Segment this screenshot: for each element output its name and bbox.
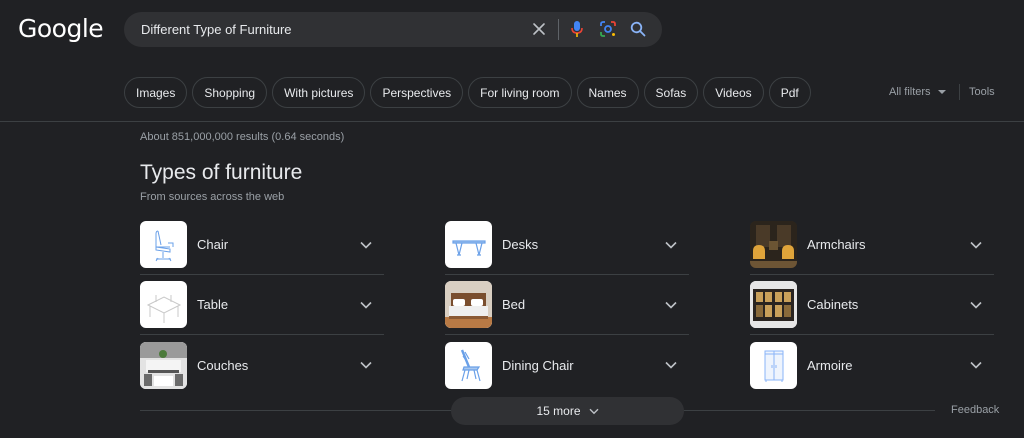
section-title: Types of furniture: [140, 161, 303, 184]
list-item-chair[interactable]: Chair: [140, 215, 384, 275]
list-item-dining-chair[interactable]: Dining Chair: [445, 335, 689, 395]
couches-icon: [140, 341, 187, 389]
item-label: Bed: [502, 297, 526, 312]
chip-perspectives[interactable]: Perspectives: [370, 77, 464, 108]
chevron-down-icon[interactable]: [661, 355, 681, 375]
furniture-grid: Chair Desks Armchairs Table Bed Cabinets…: [140, 215, 994, 395]
search-box[interactable]: [124, 12, 662, 47]
list-item-couches[interactable]: Couches: [140, 335, 384, 395]
chip-names[interactable]: Names: [576, 77, 639, 108]
result-stats: About 851,000,000 results (0.64 seconds): [140, 131, 345, 143]
google-logo[interactable]: Google: [18, 14, 104, 43]
bed-icon: [445, 281, 492, 328]
chevron-down-icon[interactable]: [966, 295, 986, 315]
chevron-down-icon: [589, 408, 599, 414]
chevron-down-icon[interactable]: [966, 235, 986, 255]
armoire-icon: [750, 341, 797, 389]
chevron-down-icon[interactable]: [966, 355, 986, 375]
item-label: Armoire: [807, 357, 853, 373]
header-divider: [0, 121, 1024, 122]
chip-videos[interactable]: Videos: [703, 77, 764, 108]
dining-chair-icon: [445, 341, 492, 389]
chip-with-pictures[interactable]: With pictures: [272, 77, 366, 108]
chevron-down-icon[interactable]: [661, 235, 681, 255]
chip-shopping[interactable]: Shopping: [192, 77, 268, 108]
feedback-link[interactable]: Feedback: [951, 404, 999, 416]
chair-icon: [140, 221, 187, 268]
list-item-bed[interactable]: Bed: [445, 275, 689, 335]
all-filters-button[interactable]: All filters: [889, 86, 946, 98]
desk-icon: [445, 221, 492, 268]
filters-divider: [959, 84, 960, 100]
show-more-label: 15 more: [536, 404, 581, 418]
table-icon: [140, 281, 187, 328]
chevron-down-icon[interactable]: [661, 295, 681, 315]
lens-icon[interactable]: [597, 18, 619, 40]
list-item-desks[interactable]: Desks: [445, 215, 689, 275]
clear-icon[interactable]: [528, 18, 550, 40]
chip-pdf[interactable]: Pdf: [768, 77, 811, 108]
tools-button[interactable]: Tools: [969, 86, 995, 98]
list-item-armoire[interactable]: Armoire: [750, 335, 994, 395]
all-filters-label: All filters: [889, 86, 931, 98]
list-item-armchairs[interactable]: Armchairs: [750, 215, 994, 275]
armchairs-icon: [750, 221, 797, 268]
item-label: Cabinets: [807, 297, 859, 312]
item-label: Desks: [502, 237, 539, 252]
section-subtitle: From sources across the web: [140, 191, 285, 203]
show-more-button[interactable]: 15 more: [451, 397, 684, 425]
chip-images[interactable]: Images: [124, 77, 188, 108]
chip-for-living-room[interactable]: For living room: [468, 77, 572, 108]
chip-sofas[interactable]: Sofas: [643, 77, 699, 108]
chevron-down-icon[interactable]: [356, 295, 376, 315]
list-item-table[interactable]: Table: [140, 275, 384, 335]
search-input[interactable]: [141, 12, 521, 47]
list-item-cabinets[interactable]: Cabinets: [750, 275, 994, 335]
cabinets-icon: [750, 281, 797, 328]
filter-chips: Images Shopping With pictures Perspectiv…: [124, 77, 811, 108]
caret-down-icon: [937, 90, 946, 94]
chevron-down-icon[interactable]: [356, 235, 376, 255]
item-label: Dining Chair: [502, 357, 574, 373]
item-label: Couches: [197, 357, 249, 373]
item-label: Chair: [197, 237, 229, 252]
search-icon[interactable]: [627, 18, 649, 40]
chevron-down-icon[interactable]: [356, 355, 376, 375]
search-divider: [558, 19, 559, 40]
item-label: Armchairs: [807, 237, 866, 252]
item-label: Table: [197, 297, 229, 312]
microphone-icon[interactable]: [566, 18, 588, 40]
